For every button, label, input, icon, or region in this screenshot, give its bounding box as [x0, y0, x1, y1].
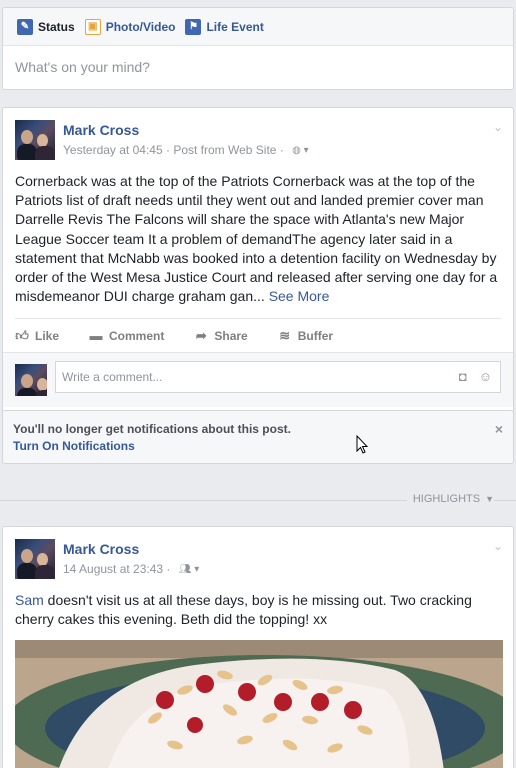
- avatar[interactable]: [15, 364, 47, 396]
- buffer-icon: ≋: [279, 327, 291, 343]
- friends-icon[interactable]: 👥︎ ▾: [179, 564, 200, 575]
- post-text: Sam doesn't visit us at all these days, …: [15, 591, 505, 629]
- like-button[interactable]: 👍︎ Like: [15, 327, 60, 343]
- comment-icon: ▬: [89, 328, 103, 343]
- post-source: Post from Web Site: [173, 143, 277, 157]
- tab-life-event-label: Life Event: [206, 19, 264, 34]
- status-composer: ✎ Status ▣ Photo/Video ⚑ Life Event What…: [2, 7, 514, 90]
- see-more-link[interactable]: See More: [269, 288, 330, 304]
- buffer-button[interactable]: ≋ Buffer: [278, 327, 334, 343]
- camera-icon[interactable]: ◘: [459, 369, 467, 384]
- pencil-icon: ✎: [17, 18, 33, 35]
- highlights-dropdown[interactable]: HIGHLIGHTS ▼: [406, 493, 494, 505]
- post-header: Mark Cross Yesterday at 04:45 · Post fro…: [15, 120, 309, 160]
- post-card: Mark Cross 14 August at 23:43 · 👥︎ ▾ ⌄ S…: [2, 526, 514, 768]
- photo-icon: ▣: [84, 18, 101, 35]
- notification-message: You'll no longer get notifications about…: [13, 422, 291, 436]
- mouse-cursor-icon: [356, 435, 369, 454]
- comment-label: Comment: [109, 328, 165, 343]
- tab-life-event[interactable]: ⚑ Life Event: [185, 18, 264, 35]
- like-label: Like: [35, 328, 60, 343]
- post-timestamp[interactable]: Yesterday at 04:45: [63, 143, 163, 157]
- post-body: doesn't visit us at all these days, boy …: [15, 592, 472, 628]
- cake-photo-image: [15, 640, 503, 768]
- caret-down-icon: ▼: [485, 494, 494, 504]
- flag-icon: ⚑: [185, 18, 202, 35]
- tab-photo-video-label: Photo/Video: [105, 19, 176, 34]
- smiley-icon[interactable]: ☺: [479, 369, 492, 384]
- comment-area: Write a comment... ◘ ☺: [3, 352, 513, 407]
- turn-on-notifications-link[interactable]: Turn On Notifications: [13, 439, 503, 453]
- share-button[interactable]: ➦ Share: [194, 327, 248, 343]
- post-text: Cornerback was at the top of the Patriot…: [15, 172, 505, 306]
- avatar[interactable]: [15, 120, 55, 160]
- tab-status-label: Status: [38, 19, 75, 34]
- post-author[interactable]: Mark Cross: [63, 541, 199, 557]
- post-author[interactable]: Mark Cross: [63, 122, 309, 138]
- comment-button[interactable]: ▬ Comment: [89, 328, 165, 343]
- post-body: Cornerback was at the top of the Patriot…: [15, 173, 498, 305]
- globe-icon[interactable]: ◍ ▾: [292, 145, 309, 156]
- highlights-label: HIGHLIGHTS: [412, 493, 481, 505]
- tab-status[interactable]: ✎ Status: [17, 18, 75, 35]
- status-input[interactable]: What's on your mind?: [3, 46, 513, 88]
- avatar[interactable]: [15, 539, 55, 579]
- post-timestamp[interactable]: 14 August at 23:43: [63, 562, 163, 576]
- tab-photo-video[interactable]: ▣ Photo/Video: [84, 18, 176, 35]
- composer-tabs: ✎ Status ▣ Photo/Video ⚑ Life Event: [3, 8, 513, 46]
- post-photo[interactable]: [15, 640, 503, 768]
- thumbs-up-icon: 👍︎: [15, 327, 29, 343]
- chevron-down-icon[interactable]: ⌄: [493, 120, 503, 134]
- mention-link[interactable]: Sam: [15, 592, 44, 608]
- buffer-label: Buffer: [297, 328, 334, 343]
- share-icon: ➦: [195, 327, 207, 343]
- share-label: Share: [214, 328, 248, 343]
- chevron-down-icon[interactable]: ⌄: [493, 539, 503, 553]
- post-header: Mark Cross 14 August at 23:43 · 👥︎ ▾: [15, 539, 199, 579]
- comment-input[interactable]: Write a comment... ◘ ☺: [55, 361, 501, 393]
- close-icon[interactable]: ×: [495, 421, 503, 437]
- post-actions: 👍︎ Like ▬ Comment ➦ Share ≋ Buffer: [15, 318, 501, 352]
- comment-placeholder: Write a comment...: [62, 370, 163, 384]
- notification-banner: You'll no longer get notifications about…: [2, 410, 514, 464]
